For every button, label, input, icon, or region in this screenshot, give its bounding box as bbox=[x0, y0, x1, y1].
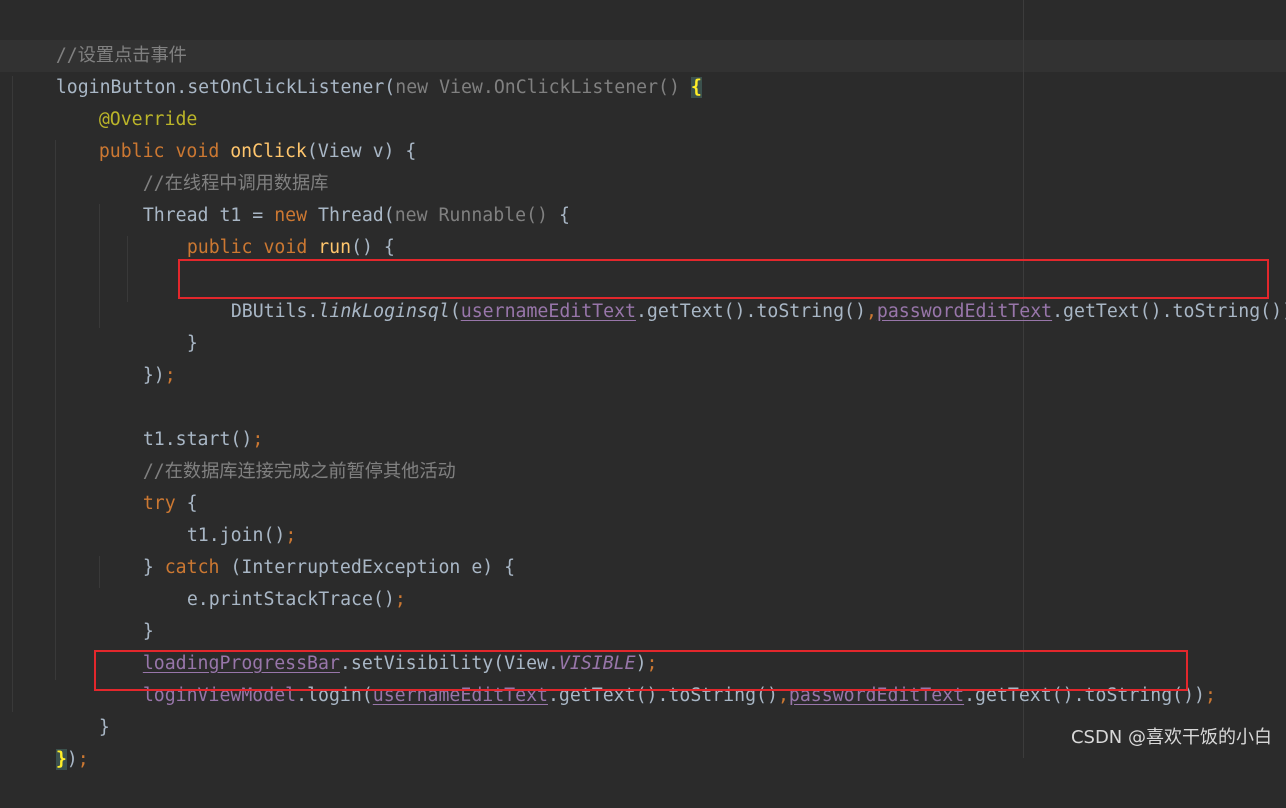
indent-guide bbox=[12, 76, 13, 712]
code-text: { bbox=[548, 205, 570, 226]
code-line[interactable]: t1.start(); bbox=[99, 392, 263, 450]
code-text: () { bbox=[351, 237, 395, 258]
code-line[interactable]: }); bbox=[99, 328, 176, 386]
code-text: e.printStackTrace() bbox=[186, 589, 395, 610]
code-editor[interactable]: //设置点击事件 loginButton.setOnClickListener(… bbox=[0, 0, 1286, 770]
code-line[interactable]: } bbox=[143, 296, 198, 354]
matched-brace: { bbox=[690, 77, 702, 98]
highlight-box bbox=[178, 259, 1269, 299]
highlight-box bbox=[94, 650, 1188, 691]
matched-brace: } bbox=[55, 749, 67, 770]
comma: , bbox=[865, 301, 877, 322]
static-method-call: linkLoginsql bbox=[318, 301, 450, 322]
code-line[interactable]: } catch (InterruptedException e) { bbox=[99, 520, 515, 578]
code-line[interactable]: Thread t1 = new Thread(new Runnable() { bbox=[99, 168, 570, 226]
code-line[interactable]: @Override bbox=[55, 72, 198, 130]
code-text: }) bbox=[142, 365, 165, 386]
code-text: ) bbox=[66, 749, 78, 770]
keyword: public bbox=[186, 237, 253, 258]
semicolon: ; bbox=[394, 589, 406, 610]
code-text: .getText().toString()) bbox=[1052, 301, 1286, 322]
code-line[interactable]: } bbox=[99, 584, 154, 642]
semicolon: ; bbox=[77, 749, 89, 770]
indent-guide bbox=[55, 140, 56, 680]
code-line[interactable]: loadingProgressBar.setVisibility(View.VI… bbox=[99, 616, 658, 674]
code-line[interactable]: //在数据库连接完成之前暂停其他活动 bbox=[99, 424, 456, 482]
code-line[interactable]: //在线程中调用数据库 bbox=[99, 136, 329, 194]
code-line[interactable]: public void run() { bbox=[143, 200, 395, 258]
semicolon: ; bbox=[1205, 685, 1216, 706]
code-line[interactable]: try { bbox=[99, 456, 198, 514]
anonymous-class-hint: new View.OnClickListener() bbox=[395, 77, 680, 98]
code-text: .getText().toString() bbox=[635, 301, 866, 322]
code-line[interactable]: public void onClick(View v) { bbox=[55, 104, 417, 162]
code-line[interactable]: loginButton.setOnClickListener(new View.… bbox=[12, 40, 702, 98]
code-text: } bbox=[186, 333, 198, 354]
code-line[interactable]: }); bbox=[12, 712, 89, 770]
code-line[interactable]: //设置点击事件 bbox=[12, 8, 187, 66]
field-reference[interactable]: usernameEditText bbox=[461, 301, 636, 322]
code-line[interactable]: e.printStackTrace(); bbox=[143, 552, 406, 610]
method-name: run bbox=[318, 237, 352, 258]
keyword: void bbox=[252, 237, 319, 258]
anonymous-class-hint: new Runnable() bbox=[394, 205, 548, 226]
right-margin-guide bbox=[1023, 0, 1024, 758]
semicolon: ; bbox=[164, 365, 176, 386]
code-text: ( bbox=[449, 301, 461, 322]
code-text: } bbox=[98, 717, 110, 738]
indent-guide bbox=[127, 236, 128, 302]
watermark: CSDN @喜欢干饭的小白 bbox=[1070, 727, 1272, 748]
field-reference[interactable]: passwordEditText bbox=[877, 301, 1052, 322]
code-line[interactable]: t1.join(); bbox=[143, 488, 297, 546]
code-text: DBUtils. bbox=[230, 301, 319, 322]
